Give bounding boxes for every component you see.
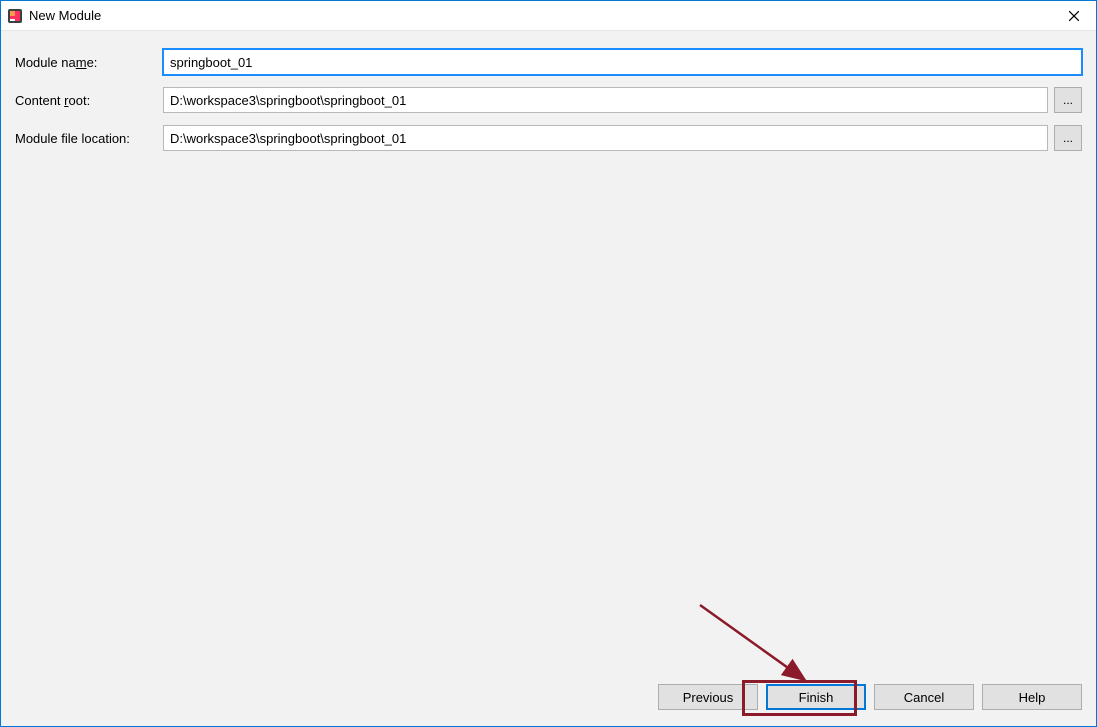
content-root-label: Content root: (15, 93, 163, 108)
module-file-location-label: Module file location: (15, 131, 163, 146)
previous-button[interactable]: Previous (658, 684, 758, 710)
close-icon (1069, 11, 1079, 21)
module-name-row: Module name: (15, 49, 1082, 75)
app-icon (7, 8, 23, 24)
module-name-label: Module name: (15, 55, 163, 70)
button-bar: Previous Finish Cancel Help (1, 678, 1096, 726)
content-root-row: Content root: ... (15, 87, 1082, 113)
cancel-button[interactable]: Cancel (874, 684, 974, 710)
titlebar: New Module (1, 1, 1096, 31)
dialog-content: Module name: Content root: ... Module fi… (1, 31, 1096, 678)
window-title: New Module (29, 8, 1051, 23)
module-name-input[interactable] (163, 49, 1082, 75)
content-root-input[interactable] (163, 87, 1048, 113)
finish-button[interactable]: Finish (766, 684, 866, 710)
content-root-browse-button[interactable]: ... (1054, 87, 1082, 113)
new-module-dialog: New Module Module name: Content root: ..… (0, 0, 1097, 727)
close-button[interactable] (1051, 1, 1096, 30)
module-file-location-row: Module file location: ... (15, 125, 1082, 151)
module-file-location-input[interactable] (163, 125, 1048, 151)
help-button[interactable]: Help (982, 684, 1082, 710)
module-file-location-browse-button[interactable]: ... (1054, 125, 1082, 151)
